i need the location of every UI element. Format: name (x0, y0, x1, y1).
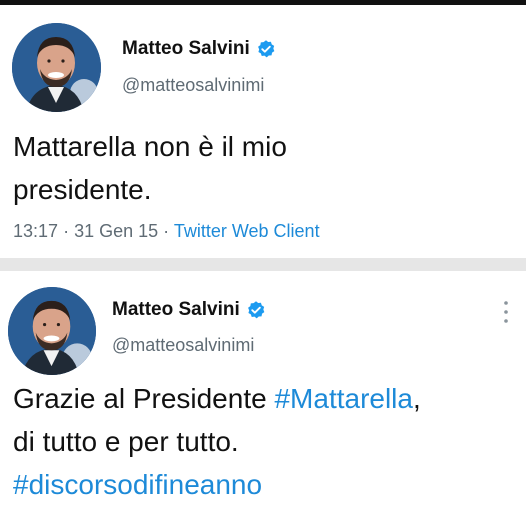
author-name-row[interactable]: Matteo Salvini (122, 38, 276, 60)
meta-separator: · (163, 221, 170, 241)
tweet-text: Grazie al Presidente #Mattarella, di tut… (13, 377, 421, 506)
tweet-text-line: di tutto e per tutto. (13, 426, 239, 457)
tweet-card[interactable]: Matteo Salvini @matteosalvinimi Grazie a… (0, 271, 526, 508)
tweet-text-line: Mattarella non è il mio (13, 131, 287, 162)
tweet-text-line: Grazie al Presidente #Mattarella, (13, 377, 421, 420)
tweet-text-segment: , (412, 383, 421, 414)
user-handle[interactable]: @matteosalvinimi (122, 75, 264, 96)
tweet-card[interactable]: Matteo Salvini @matteosalvinimi Mattarel… (0, 5, 526, 258)
avatar-image (12, 23, 101, 112)
verified-badge-icon (247, 301, 265, 319)
tweet-text-segment: Grazie al Presidente (13, 383, 275, 414)
verified-badge-icon (257, 40, 275, 58)
display-name[interactable]: Matteo Salvini (122, 38, 250, 60)
author-name-row[interactable]: Matteo Salvini (112, 299, 266, 321)
avatar[interactable] (8, 287, 96, 375)
hashtag-link[interactable]: #Mattarella (274, 383, 413, 414)
tweet-date[interactable]: 31 Gen 15 (74, 221, 158, 241)
display-name[interactable]: Matteo Salvini (112, 299, 240, 321)
tweet-text-line: presidente. (13, 174, 152, 205)
tweet-text: Mattarella non è il mio presidente. (13, 125, 287, 211)
tweet-separator (0, 258, 526, 271)
avatar[interactable] (12, 23, 101, 112)
hashtag-link[interactable]: #discorsodifineanno (13, 469, 262, 500)
avatar-image (8, 287, 96, 375)
tweet-source-link[interactable]: Twitter Web Client (174, 221, 320, 241)
user-handle[interactable]: @matteosalvinimi (112, 335, 254, 356)
tweet-text-line: #discorsodifineanno (13, 463, 421, 506)
tweet-meta: 13:17 · 31 Gen 15 · Twitter Web Client (13, 221, 320, 242)
more-vertical-icon[interactable] (500, 299, 512, 325)
tweet-time[interactable]: 13:17 (13, 221, 58, 241)
meta-separator: · (63, 221, 70, 241)
